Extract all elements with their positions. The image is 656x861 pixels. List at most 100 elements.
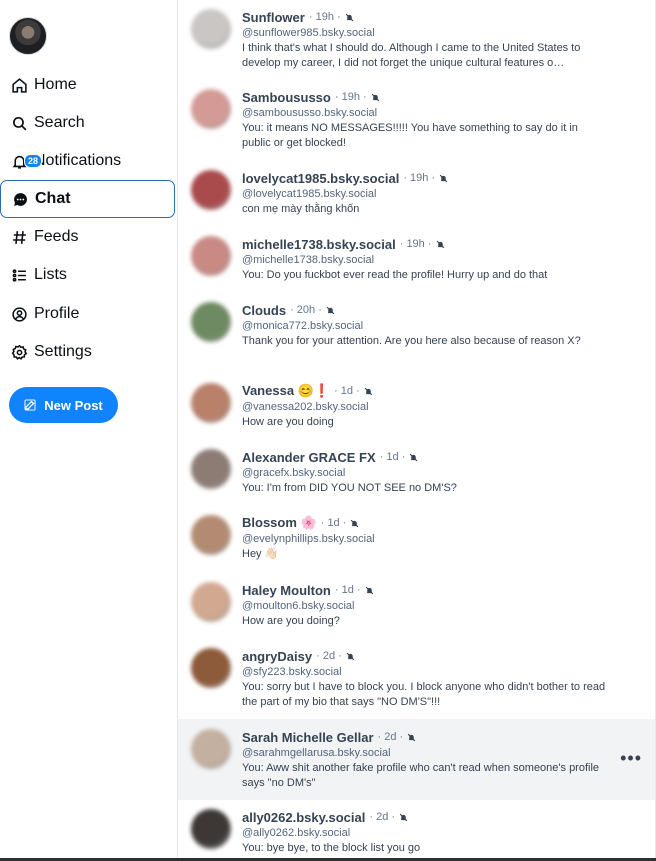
more-options-button[interactable]: ••• [620, 749, 642, 767]
sidebar-item-label: Notifications [34, 152, 122, 169]
chat-row[interactable]: Sunflower · 19h · @sunflower985.bsky.soc… [178, 9, 655, 79]
sidebar: Home Search 28 Notifications Chat Feeds … [0, 0, 177, 861]
sidebar-item-feeds[interactable]: Feeds [0, 218, 175, 256]
avatar [191, 582, 231, 622]
chat-row[interactable]: ally0262.bsky.social · 2d · @ally0262.bs… [178, 809, 655, 861]
muted-bell-icon [364, 387, 373, 395]
chat-name: angryDaisy [242, 648, 313, 664]
sidebar-item-lists[interactable]: Lists [0, 256, 175, 294]
chat-preview: How are you doing? [242, 615, 340, 627]
chat-handle: @sunflower985.bsky.social [242, 27, 375, 39]
compose-icon [24, 399, 36, 411]
avatar [191, 449, 231, 489]
chat-time: · 1d · [334, 385, 360, 397]
avatar[interactable] [9, 17, 47, 55]
chat-preview: You: Aww shit another fake profile who c… [242, 762, 600, 789]
chat-handle: @sfy223.bsky.social [242, 666, 342, 678]
bell-icon: 28 [10, 152, 43, 170]
search-icon [10, 114, 28, 132]
avatar [191, 648, 231, 688]
avatar [191, 809, 231, 849]
sidebar-item-notifications[interactable]: 28 Notifications [0, 142, 175, 180]
muted-bell-icon [407, 733, 416, 741]
muted-bell-icon [326, 306, 335, 314]
chat-time: · 19h · [334, 91, 367, 103]
muted-bell-icon [351, 519, 359, 527]
muted-bell-icon [436, 240, 444, 248]
chat-time: · 1d · [320, 517, 347, 529]
chat-time: · 2d · [369, 811, 396, 823]
sidebar-item-profile[interactable]: Profile [0, 295, 175, 333]
new-post-button[interactable]: New Post [9, 387, 118, 423]
muted-bell-icon [399, 813, 408, 821]
chat-row[interactable]: Haley Moulton · 1d · @moulton6.bsky.soci… [178, 582, 655, 642]
chat-time: · 1d · [334, 584, 361, 596]
chat-preview: You: sorry but I have to block you. I bl… [242, 681, 606, 708]
chat-row[interactable]: Vanessa 😊❗ · 1d · @vanessa202.bsky.socia… [178, 383, 655, 443]
sidebar-item-label: Profile [34, 305, 80, 322]
chat-name: Vanessa 😊❗ [242, 383, 331, 398]
chat-row[interactable]: lovelycat1985.bsky.social · 19h · @lovel… [178, 170, 655, 230]
chat-handle: @moulton6.bsky.social [242, 600, 355, 612]
hash-icon [10, 228, 28, 246]
sidebar-item-search[interactable]: Search [0, 104, 175, 142]
chat-name: ally0262.bsky.social [242, 809, 366, 825]
sidebar-item-settings[interactable]: Settings [0, 333, 175, 371]
chat-preview: You: bye bye, to the block list you go [242, 842, 421, 854]
chat-preview: You: Do you fuckbot ever read the profil… [242, 269, 548, 281]
chat-row[interactable]: Alexander GRACE FX · 1d · @gracefx.bsky.… [178, 449, 655, 509]
muted-bell-icon [371, 93, 379, 101]
muted-bell-icon [365, 586, 373, 594]
sidebar-item-chat[interactable]: Chat [0, 180, 175, 218]
chat-name: Alexander GRACE FX [242, 449, 376, 465]
chat-row[interactable]: Sarah Michelle Gellar · 2d · @sarahmgell… [178, 719, 655, 800]
chat-handle: @vanessa202.bsky.social [242, 401, 369, 413]
chat-handle: @sarahmgellarusa.bsky.social [242, 747, 391, 759]
sidebar-item-home[interactable]: Home [0, 66, 175, 104]
avatar [191, 170, 231, 210]
chat-name: Samboususso [242, 89, 331, 105]
chat-time: · 2d · [316, 650, 342, 662]
chat-row[interactable]: michelle1738.bsky.social · 19h · @michel… [178, 236, 655, 296]
chat-row[interactable]: Blossom 🌸 · 1d · @evelynphillips.bsky.so… [178, 515, 655, 575]
app-window: Home Search 28 Notifications Chat Feeds … [0, 0, 656, 861]
chat-name: Haley Moulton [242, 582, 331, 598]
chat-handle: @lovelycat1985.bsky.social [242, 188, 377, 200]
chat-name: lovelycat1985.bsky.social [242, 170, 400, 186]
chat-time: · 2d · [377, 731, 404, 743]
chat-row[interactable]: Samboususso · 19h · @samboususso.bsky.so… [178, 89, 655, 159]
sidebar-item-label: Chat [35, 190, 71, 207]
chat-time: · 19h · [399, 238, 432, 250]
chat-preview: You: it means NO MESSAGES!!!!! You have … [242, 122, 578, 149]
chat-list: Sunflower · 19h · @sunflower985.bsky.soc… [177, 0, 656, 861]
chat-time: · 20h · [290, 304, 322, 316]
sidebar-item-label: Lists [34, 266, 67, 283]
chat-handle: @monica772.bsky.social [242, 320, 364, 332]
chat-handle: @samboususso.bsky.social [242, 107, 378, 119]
avatar [191, 302, 231, 342]
gear-icon [10, 343, 28, 361]
chat-row[interactable]: angryDaisy · 2d · @sfy223.bsky.social Yo… [178, 648, 655, 718]
sidebar-item-label: Feeds [34, 228, 79, 245]
chat-preview: Thank you for your attention. Are you he… [242, 335, 581, 347]
chat-time: · 19h · [308, 11, 341, 23]
list-icon [10, 266, 28, 284]
chat-preview: I think that's what I should do. Althoug… [242, 42, 581, 69]
chat-preview: You: I'm from DID YOU NOT SEE no DM'S? [242, 482, 457, 494]
avatar [191, 515, 231, 555]
chat-name: Clouds [242, 302, 287, 318]
chat-name: Sarah Michelle Gellar [242, 729, 374, 745]
home-icon [10, 76, 28, 94]
chat-handle: @ally0262.bsky.social [242, 827, 351, 839]
avatar [191, 383, 231, 423]
sidebar-item-label: Search [34, 114, 85, 131]
chat-time: · 19h · [403, 172, 436, 184]
chat-preview: How are you doing [242, 416, 334, 428]
chat-name: michelle1738.bsky.social [242, 236, 396, 252]
chat-row[interactable]: Clouds · 20h · @monica772.bsky.social Th… [178, 302, 655, 372]
chat-name: Sunflower [242, 9, 305, 25]
chat-name: Blossom 🌸 [242, 515, 317, 530]
chat-handle: @michelle1738.bsky.social [242, 254, 375, 266]
muted-bell-icon [439, 174, 448, 182]
avatar [191, 89, 231, 129]
